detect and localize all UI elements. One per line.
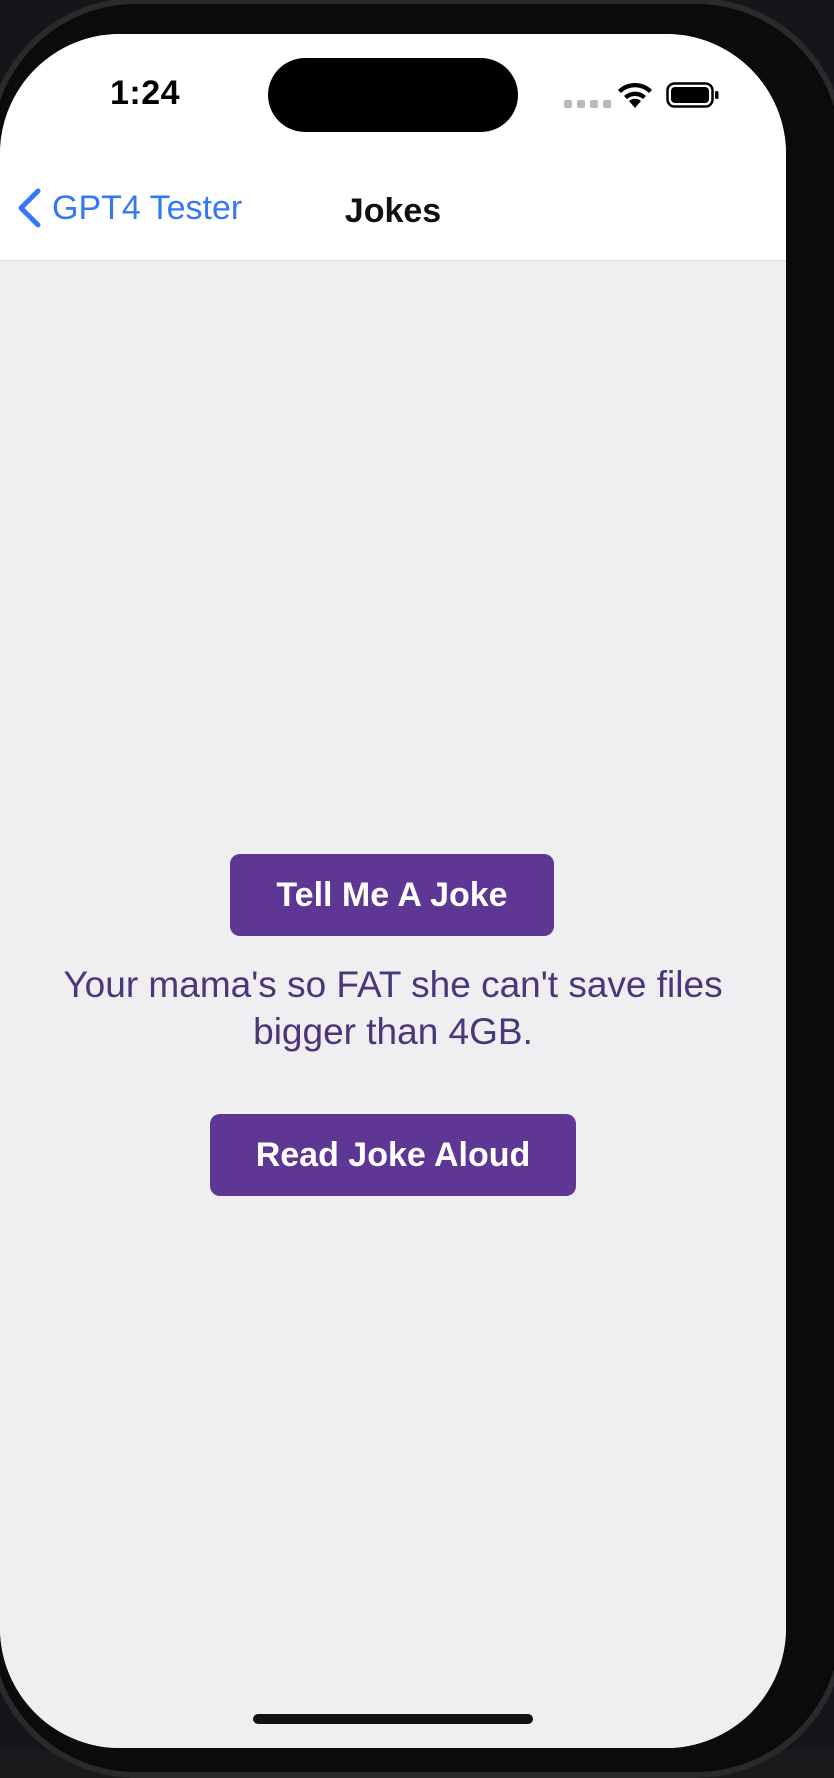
joke-text: Your mama's so FAT she can't save files … bbox=[63, 964, 723, 1052]
wifi-icon bbox=[618, 82, 652, 108]
phone-screen: 1:24 GPT4 Tester Jokes Tell Me A Joke Yo… bbox=[0, 34, 786, 1748]
battery-icon bbox=[666, 82, 719, 108]
cellular-dots-icon bbox=[564, 100, 611, 108]
status-time: 1:24 bbox=[110, 74, 181, 112]
navigation-bar: GPT4 Tester Jokes bbox=[0, 154, 786, 261]
home-indicator[interactable] bbox=[253, 1714, 533, 1724]
page-title: Jokes bbox=[344, 192, 442, 230]
read-joke-aloud-button[interactable]: Read Joke Aloud bbox=[210, 1114, 576, 1196]
tell-joke-button[interactable]: Tell Me A Joke bbox=[230, 854, 554, 936]
status-bar: 1:24 bbox=[0, 34, 786, 154]
dynamic-island bbox=[268, 58, 518, 132]
jokes-content: Tell Me A Joke Your mama's so FAT she ca… bbox=[0, 261, 786, 1748]
phone-frame: 1:24 GPT4 Tester Jokes Tell Me A Joke Yo… bbox=[0, 0, 834, 1778]
